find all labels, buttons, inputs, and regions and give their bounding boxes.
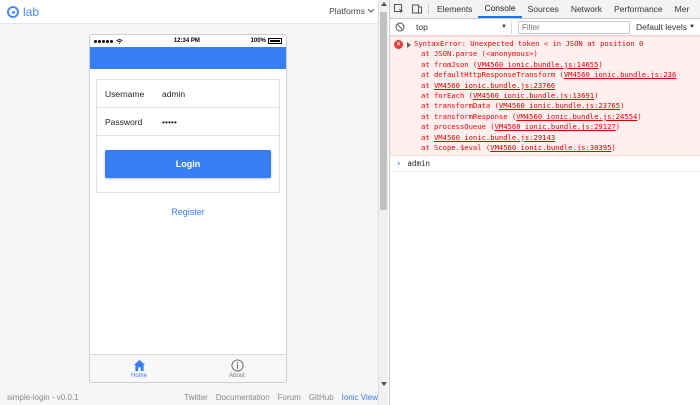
stack-frame: at forEach (VM4560 ionic.bundle.js:13691…: [421, 91, 599, 101]
log-levels-dropdown[interactable]: Default levels ▼: [636, 22, 695, 32]
context-select[interactable]: top ▼: [412, 20, 512, 34]
ionic-lab-pane: lab Platforms 12:34 PM 100% Username adm…: [0, 0, 378, 405]
footer-link-documentation[interactable]: Documentation: [216, 393, 270, 402]
footer-link-github[interactable]: GitHub: [309, 393, 334, 402]
status-time: 12:34 PM: [173, 38, 200, 44]
lab-logo[interactable]: lab: [7, 5, 39, 19]
lab-header: lab Platforms: [0, 0, 378, 24]
tab-bar: Home About: [90, 354, 286, 382]
password-label: Password: [105, 116, 143, 127]
password-row: Password: [97, 108, 279, 136]
stack-frame-link[interactable]: VM4560 ionic.bundle.js:30395: [490, 143, 611, 152]
tab-home[interactable]: Home: [90, 355, 188, 382]
stack-frame: at processQueue (VM4560 ionic.bundle.js:…: [421, 122, 621, 132]
prompt-chevron-icon: ›: [396, 158, 402, 169]
footer-link-ionic-view[interactable]: Ionic View: [342, 393, 378, 402]
info-icon: [230, 358, 244, 372]
expand-triangle-icon[interactable]: [407, 42, 411, 48]
lab-footer: simple-login - v0.0.1 Twitter Documentat…: [0, 391, 378, 405]
footer-link-forum[interactable]: Forum: [278, 393, 301, 402]
tab-network[interactable]: Network: [565, 0, 608, 18]
stack-frame: at fromJson (VM4560 ionic.bundle.js:1465…: [421, 59, 603, 69]
stack-frame: at JSON.parse (<anonymous>): [421, 49, 538, 59]
stack-frame-link[interactable]: VM4560 ionic.bundle.js:24554: [516, 112, 637, 121]
tab-elements[interactable]: Elements: [431, 0, 478, 18]
console-filter-input[interactable]: [518, 20, 630, 34]
tab-sources[interactable]: Sources: [522, 0, 565, 18]
tab-memory[interactable]: Mer: [669, 0, 696, 18]
dropdown-arrow-icon: ▼: [689, 24, 695, 30]
home-icon: [133, 359, 145, 371]
username-label: Username: [105, 88, 145, 99]
devtools-tab-bar: Elements Console Sources Network Perform…: [390, 0, 700, 19]
battery-icon: [268, 38, 282, 44]
battery-percent: 100%: [250, 38, 266, 44]
footer-link-twitter[interactable]: Twitter: [184, 393, 208, 402]
username-input[interactable]: [162, 88, 262, 99]
clear-console-icon[interactable]: [390, 22, 410, 32]
stack-frame: at transformData (VM4560 ionic.bundle.js…: [421, 101, 625, 111]
stack-frame: at VM4560 ionic.bundle.js:29143: [421, 132, 556, 142]
ionic-logo-icon: [7, 6, 19, 18]
platforms-label: Platforms: [329, 6, 365, 16]
app-version: simple-login - v0.0.1: [7, 393, 79, 402]
stack-frame: at Scope.$eval (VM4560 ionic.bundle.js:3…: [421, 143, 616, 153]
context-value: top: [416, 22, 428, 32]
stack-frame: at VM4560 ionic.bundle.js:23766: [421, 80, 556, 90]
stack-frame-link[interactable]: VM4560 ionic.bundle.js:13691: [473, 91, 594, 100]
tab-about-label: About: [229, 372, 245, 379]
stack-frame-link[interactable]: VM4560 ionic.bundle.js:29143: [434, 133, 555, 142]
scroll-up-arrow-icon[interactable]: [381, 2, 387, 6]
lab-logo-text: lab: [23, 5, 40, 19]
login-form: Username Password Login: [96, 79, 280, 193]
error-icon: ✕: [394, 40, 403, 49]
stack-frame: at transformResponse (VM4560 ionic.bundl…: [421, 111, 642, 121]
signal-icon: [94, 38, 123, 44]
log-levels-label: Default levels: [636, 22, 688, 32]
console-toolbar: top ▼ Default levels ▼: [390, 19, 700, 36]
console-error-message: ✕ SyntaxError: Unexpected token < in JSO…: [390, 36, 700, 157]
devtools-panel: Elements Console Sources Network Perform…: [389, 0, 700, 405]
nav-bar: [90, 47, 286, 69]
stack-frame-link[interactable]: VM4560 ionic.bundle.js:23766: [434, 81, 555, 90]
device-toolbar-icon[interactable]: [408, 0, 426, 18]
platforms-dropdown[interactable]: Platforms: [329, 6, 374, 16]
scroll-down-arrow-icon[interactable]: [381, 382, 387, 386]
dropdown-arrow-icon: ▼: [501, 24, 507, 30]
status-bar: 12:34 PM 100%: [90, 35, 286, 47]
register-link[interactable]: Register: [90, 207, 286, 217]
tab-home-label: Home: [130, 372, 147, 379]
login-button[interactable]: Login: [105, 150, 271, 178]
stack-frame-link[interactable]: VM4560 ionic.bundle.js:236: [564, 70, 677, 79]
stack-frame-link[interactable]: VM4560 ionic.bundle.js:29127: [495, 122, 616, 131]
chevron-down-icon: [368, 9, 374, 13]
stack-frame-link[interactable]: VM4560 ionic.bundle.js:14655: [477, 60, 598, 69]
lab-scrollbar[interactable]: [378, 0, 388, 405]
tab-performance[interactable]: Performance: [608, 0, 669, 18]
password-input[interactable]: [162, 116, 262, 127]
console-prompt[interactable]: › admin: [390, 156, 700, 173]
tab-about[interactable]: About: [188, 355, 286, 382]
inspect-element-icon[interactable]: [390, 0, 408, 18]
stack-frame: at defaultHttpResponseTransform (VM4560 …: [421, 70, 677, 80]
error-text: SyntaxError: Unexpected token < in JSON …: [414, 39, 644, 48]
wifi-icon: [116, 38, 123, 44]
stack-frame-link[interactable]: VM4560 ionic.bundle.js:23765: [499, 101, 620, 110]
username-row: Username: [97, 80, 279, 108]
scroll-thumb[interactable]: [380, 12, 387, 210]
phone-preview: 12:34 PM 100% Username Password Login Re…: [89, 34, 287, 383]
console-input-text: admin: [407, 159, 430, 169]
tab-console[interactable]: Console: [478, 0, 522, 18]
